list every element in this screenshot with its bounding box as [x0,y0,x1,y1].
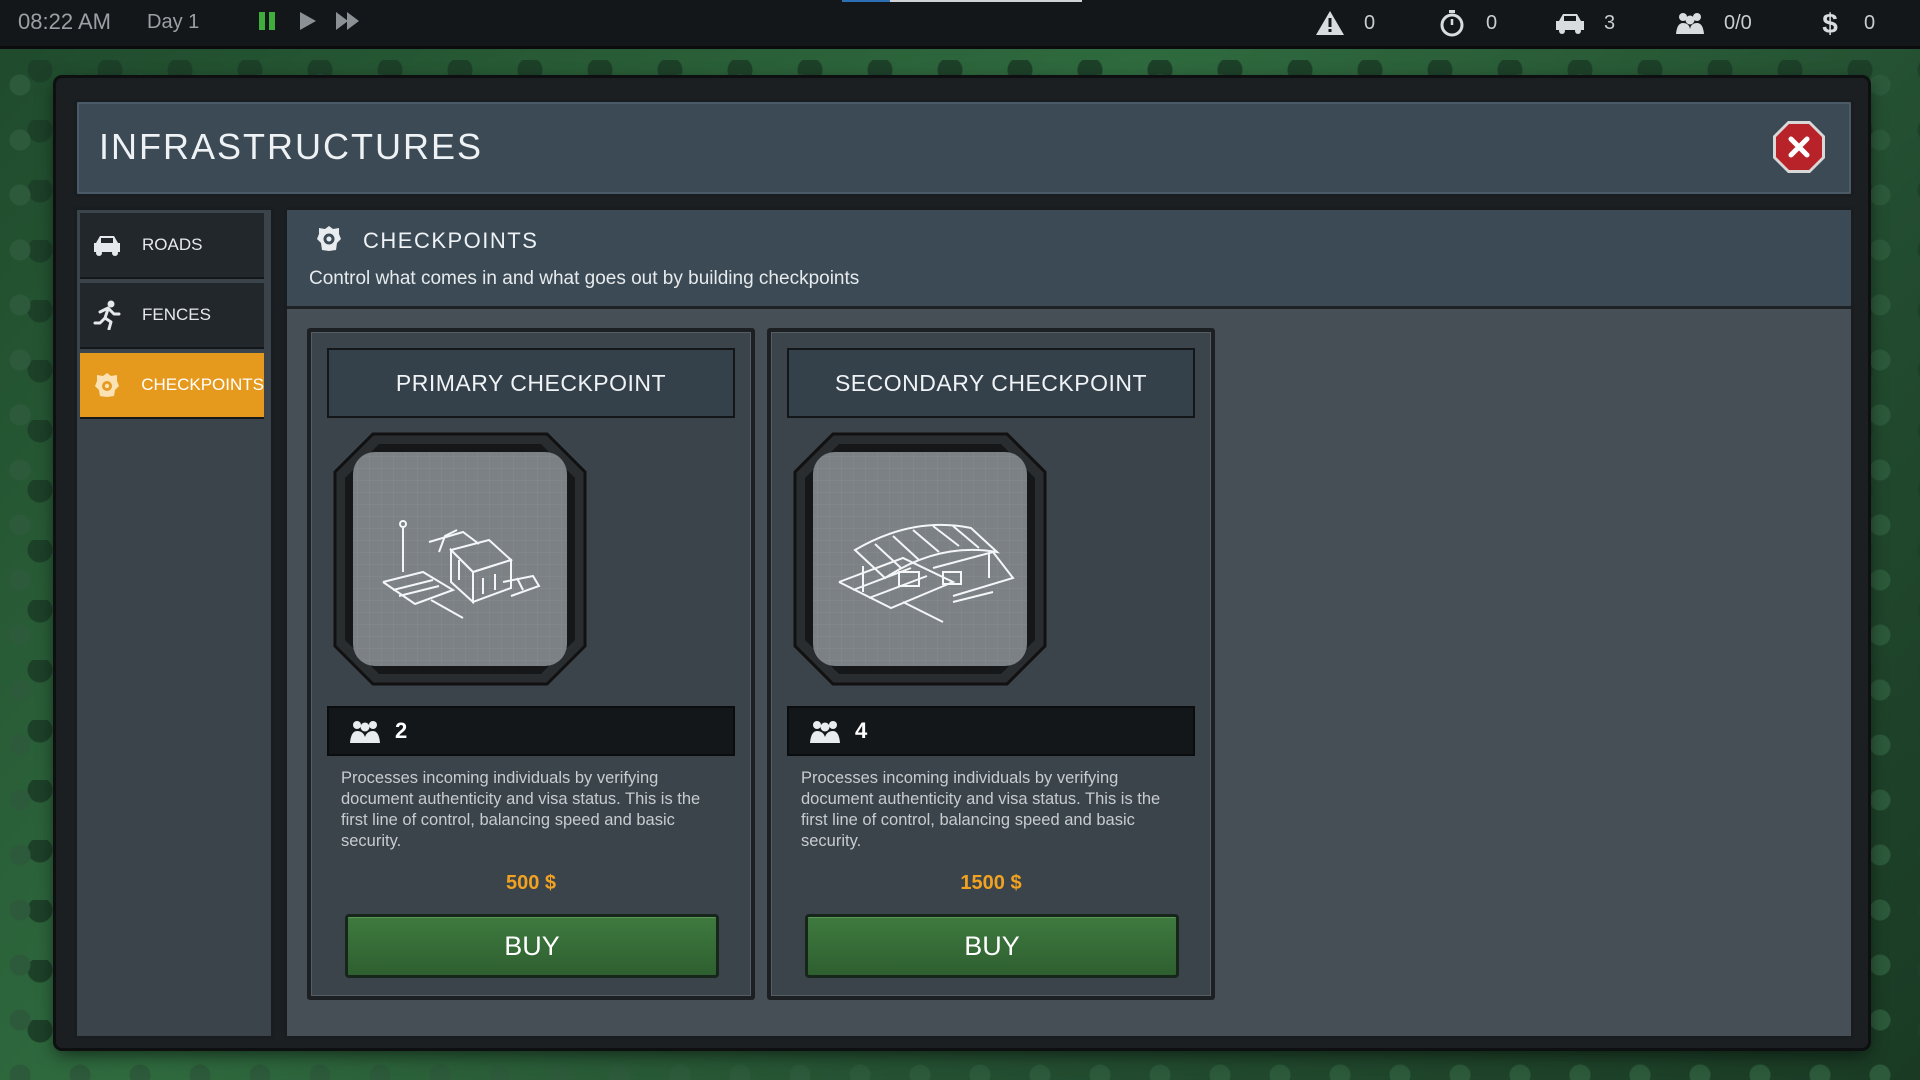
people-icon [809,717,841,745]
window-title: INFRASTRUCTURES [99,126,484,167]
sidebar-item-roads[interactable]: ROADS [80,213,264,279]
section-description: Control what comes in and what goes out … [309,268,860,289]
car-icon [1554,8,1586,38]
stopwatch-icon [1436,8,1468,38]
people-icon [1674,8,1706,38]
svg-text:$: $ [1822,8,1838,38]
staff-count: 2 [395,718,408,743]
buy-primary-checkpoint-button[interactable]: BUY [345,914,719,978]
card-description: Processes incoming individuals by verify… [341,769,701,850]
secondary-checkpoint-blueprint [793,432,1047,686]
warning-icon [1314,8,1346,38]
card-description: Processes incoming individuals by verify… [801,769,1161,850]
section-title: CHECKPOINTS [363,228,539,253]
vehicles-stat[interactable]: 3 [1554,8,1615,38]
vehicles-value: 3 [1604,11,1616,34]
sidebar-item-label: CHECKPOINTS [141,375,264,394]
close-icon [1773,121,1825,173]
primary-checkpoint-card: PRIMARY CHECKPOINT 2 Processes incoming … [307,328,755,1000]
pause-icon [259,12,275,30]
people-icon [349,717,381,745]
card-price: 500 $ [505,872,557,894]
staff-requirement: 2 [327,706,735,756]
window-header: INFRASTRUCTURES [74,99,1854,197]
play-icon [300,12,316,30]
section-header: CHECKPOINTS Control what comes in and wh… [287,210,1851,309]
population-value: 0/0 [1724,11,1752,34]
category-sidebar: ROADS FENCES CHECKPOINTS [74,207,274,1039]
sidebar-item-label: ROADS [142,235,203,254]
sidebar-item-fences[interactable]: FENCES [80,283,264,349]
day-counter: Day 1 [147,11,200,33]
population-stat[interactable]: 0/0 [1674,8,1752,38]
card-title: PRIMARY CHECKPOINT [327,348,735,418]
clock-time: 08:22 AM [18,9,111,34]
badge-icon [315,224,343,259]
money-value: 0 [1864,11,1876,34]
dollar-icon: $ [1814,8,1846,38]
top-bar: 08:22 AM Day 1 0 0 3 0/0 $ 0 [0,0,1920,49]
secondary-checkpoint-card: SECONDARY CHECKPOINT 4 Processes incomin… [767,328,1215,1000]
card-title: SECONDARY CHECKPOINT [787,348,1195,418]
sidebar-item-checkpoints[interactable]: CHECKPOINTS [80,353,264,419]
money-stat[interactable]: $ 0 [1814,8,1875,38]
timer-stat[interactable]: 0 [1436,8,1497,38]
card-price: 1500 $ [960,872,1022,894]
progress-fill [842,0,890,2]
primary-checkpoint-blueprint [333,432,587,686]
buy-secondary-checkpoint-button[interactable]: BUY [805,914,1179,978]
staff-requirement: 4 [787,706,1195,756]
alerts-stat[interactable]: 0 [1314,8,1375,38]
timer-value: 0 [1486,11,1498,34]
pause-button[interactable] [256,9,278,40]
car-icon [84,233,130,257]
fast-forward-button[interactable] [334,9,362,40]
close-button[interactable] [1771,119,1827,175]
runner-icon [84,300,130,330]
alerts-value: 0 [1364,11,1376,34]
play-button[interactable] [296,9,318,40]
badge-icon [84,371,129,399]
content-panel: CHECKPOINTS Control what comes in and wh… [284,207,1854,1039]
sidebar-item-label: FENCES [142,305,211,324]
staff-count: 4 [855,718,868,743]
fast-forward-icon [336,12,359,30]
